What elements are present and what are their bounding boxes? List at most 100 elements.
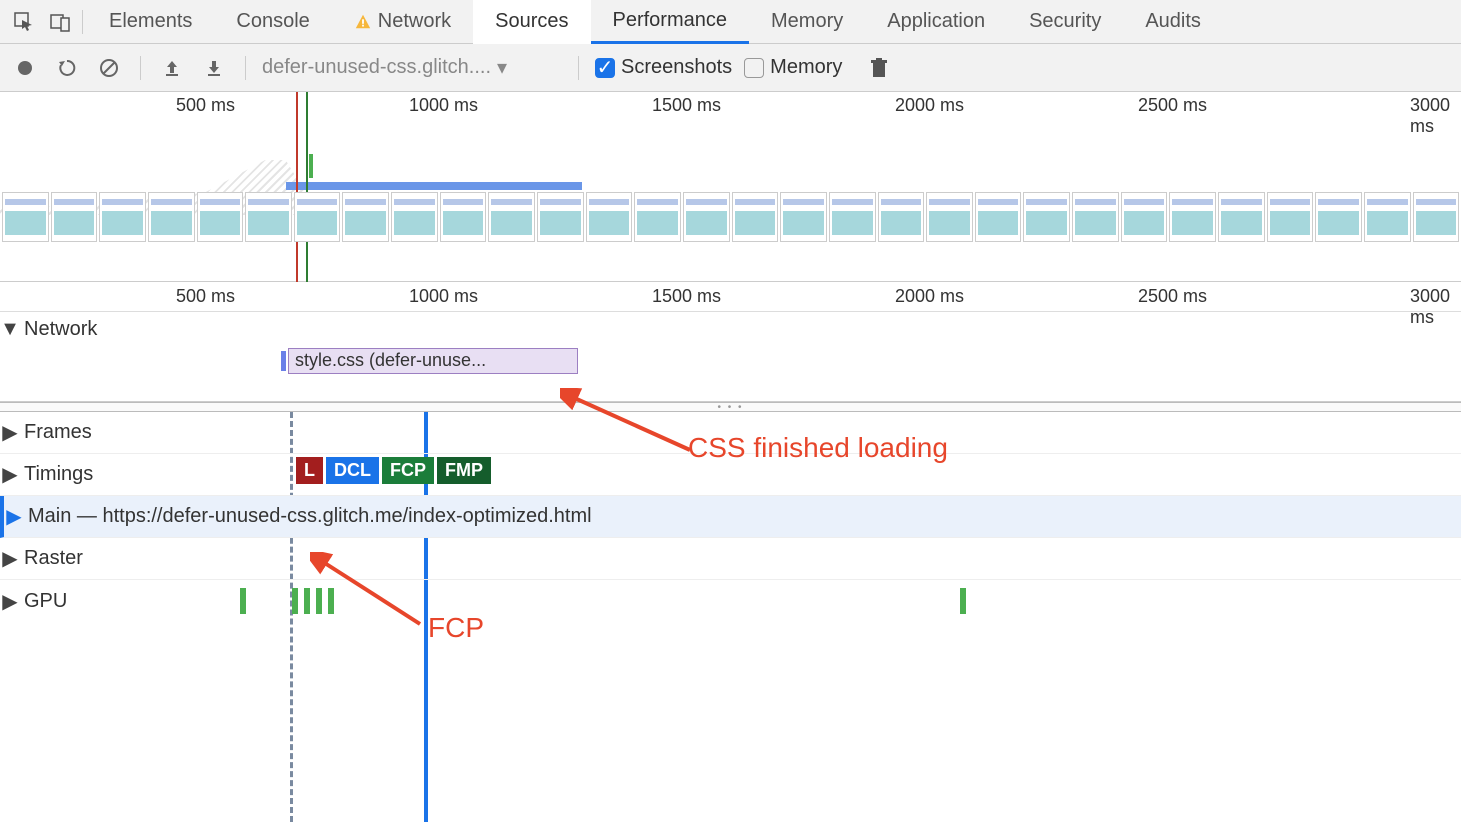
tab-label: Security: [1029, 10, 1101, 33]
tab-performance[interactable]: Performance: [591, 0, 750, 44]
screenshot-frame[interactable]: [683, 192, 730, 242]
tab-application[interactable]: Application: [865, 0, 1007, 44]
screenshot-filmstrip[interactable]: [0, 190, 1461, 244]
ruler-tick: 500 ms: [176, 95, 243, 116]
screenshot-frame[interactable]: [878, 192, 925, 242]
network-track[interactable]: ▼ Network style.css (defer-unuse...: [0, 312, 1461, 402]
badge-fcp[interactable]: FCP: [382, 457, 434, 484]
tab-security[interactable]: Security: [1007, 0, 1123, 44]
screenshot-frame[interactable]: [780, 192, 827, 242]
ruler-tick: 1500 ms: [652, 286, 729, 307]
tab-label: Console: [236, 10, 309, 33]
tab-label: Network: [378, 10, 451, 33]
screenshot-frame[interactable]: [1413, 192, 1460, 242]
detail-ruler: 500 ms 1000 ms 1500 ms 2000 ms 2500 ms 3…: [0, 282, 1461, 312]
checkbox-icon: ✓: [595, 58, 615, 78]
dropdown-label: defer-unused-css.glitch....: [262, 56, 491, 79]
badge-dcl[interactable]: DCL: [326, 457, 379, 484]
screenshot-frame[interactable]: [342, 192, 389, 242]
screenshot-frame[interactable]: [440, 192, 487, 242]
tab-console[interactable]: Console: [214, 0, 331, 44]
screenshot-frame[interactable]: [634, 192, 681, 242]
screenshot-frame[interactable]: [51, 192, 98, 242]
dcl-marker: [306, 92, 308, 282]
screenshot-frame[interactable]: [391, 192, 438, 242]
tab-network[interactable]: Network: [332, 0, 473, 44]
screenshot-frame[interactable]: [1364, 192, 1411, 242]
devtools-tabs: Elements Console Network Sources Perform…: [0, 0, 1461, 44]
track-label: Network: [20, 318, 97, 341]
disclosure-triangle-icon[interactable]: ▼: [0, 318, 20, 341]
download-icon[interactable]: [199, 53, 229, 83]
screenshot-frame[interactable]: [732, 192, 779, 242]
screenshot-frame[interactable]: [148, 192, 195, 242]
ruler-tick: 1500 ms: [652, 95, 729, 116]
screenshot-frame[interactable]: [2, 192, 49, 242]
screenshot-frame[interactable]: [1072, 192, 1119, 242]
screenshot-frame[interactable]: [1121, 192, 1168, 242]
gpu-activity: [960, 588, 966, 614]
gpu-track[interactable]: ▶ GPU: [0, 580, 1461, 622]
memory-checkbox[interactable]: Memory: [744, 56, 842, 79]
separator: [245, 56, 246, 80]
record-button[interactable]: [10, 53, 40, 83]
tab-label: Application: [887, 10, 985, 33]
inspect-icon[interactable]: [6, 1, 42, 43]
ruler-tick: 2500 ms: [1138, 95, 1215, 116]
track-label: Raster: [20, 547, 83, 570]
tab-memory[interactable]: Memory: [749, 0, 865, 44]
disclosure-triangle-icon[interactable]: ▶: [0, 546, 20, 571]
screenshot-frame[interactable]: [926, 192, 973, 242]
tab-elements[interactable]: Elements: [87, 0, 214, 44]
screenshot-frame[interactable]: [1169, 192, 1216, 242]
screenshot-frame[interactable]: [294, 192, 341, 242]
timing-badges: L DCL FCP FMP: [296, 457, 491, 484]
device-toggle-icon[interactable]: [42, 1, 78, 43]
screenshot-frame[interactable]: [1267, 192, 1314, 242]
ruler-tick: 500 ms: [176, 286, 243, 307]
badge-load[interactable]: L: [296, 457, 323, 484]
checkbox-icon: [744, 58, 764, 78]
ruler-tick: 1000 ms: [409, 95, 486, 116]
screenshot-frame[interactable]: [197, 192, 244, 242]
screenshots-checkbox[interactable]: ✓ Screenshots: [595, 56, 732, 79]
recording-selector[interactable]: defer-unused-css.glitch.... ▾: [262, 55, 562, 80]
frames-track[interactable]: ▶ Frames: [0, 412, 1461, 454]
screenshot-frame[interactable]: [586, 192, 633, 242]
disclosure-triangle-icon[interactable]: ▶: [0, 420, 20, 445]
performance-toolbar: defer-unused-css.glitch.... ▾ ✓ Screensh…: [0, 44, 1461, 92]
request-label: style.css (defer-unuse...: [295, 350, 486, 370]
delete-icon[interactable]: [864, 53, 894, 83]
screenshot-frame[interactable]: [99, 192, 146, 242]
disclosure-triangle-icon[interactable]: ▶: [0, 589, 20, 614]
ruler-tick: 1000 ms: [409, 286, 486, 307]
timings-track[interactable]: ▶ Timings L DCL FCP FMP: [0, 454, 1461, 496]
tab-sources[interactable]: Sources: [473, 0, 590, 44]
disclosure-triangle-icon[interactable]: ▶: [0, 462, 20, 487]
upload-icon[interactable]: [157, 53, 187, 83]
disclosure-triangle-icon[interactable]: ▶: [4, 504, 24, 529]
raster-track[interactable]: ▶ Raster: [0, 538, 1461, 580]
track-label: Frames: [20, 421, 92, 444]
screenshot-frame[interactable]: [829, 192, 876, 242]
network-request-bar[interactable]: style.css (defer-unuse...: [288, 348, 578, 374]
gpu-activity: [240, 588, 334, 614]
screenshot-frame[interactable]: [975, 192, 1022, 242]
screenshot-frame[interactable]: [488, 192, 535, 242]
resize-handle[interactable]: • • •: [0, 402, 1461, 412]
load-marker: [296, 92, 298, 282]
separator: [140, 56, 141, 80]
tab-audits[interactable]: Audits: [1123, 0, 1223, 44]
overview-pane[interactable]: 500 ms 1000 ms 1500 ms 2000 ms 2500 ms 3…: [0, 92, 1461, 282]
screenshot-frame[interactable]: [245, 192, 292, 242]
screenshot-frame[interactable]: [1315, 192, 1362, 242]
ruler-tick: 2500 ms: [1138, 286, 1215, 307]
clear-button[interactable]: [94, 53, 124, 83]
flame-chart-area[interactable]: 500 ms 1000 ms 1500 ms 2000 ms 2500 ms 3…: [0, 282, 1461, 622]
badge-fmp[interactable]: FMP: [437, 457, 491, 484]
reload-button[interactable]: [52, 53, 82, 83]
screenshot-frame[interactable]: [1218, 192, 1265, 242]
screenshot-frame[interactable]: [537, 192, 584, 242]
main-track[interactable]: ▶ Main — https://defer-unused-css.glitch…: [0, 496, 1461, 538]
screenshot-frame[interactable]: [1023, 192, 1070, 242]
